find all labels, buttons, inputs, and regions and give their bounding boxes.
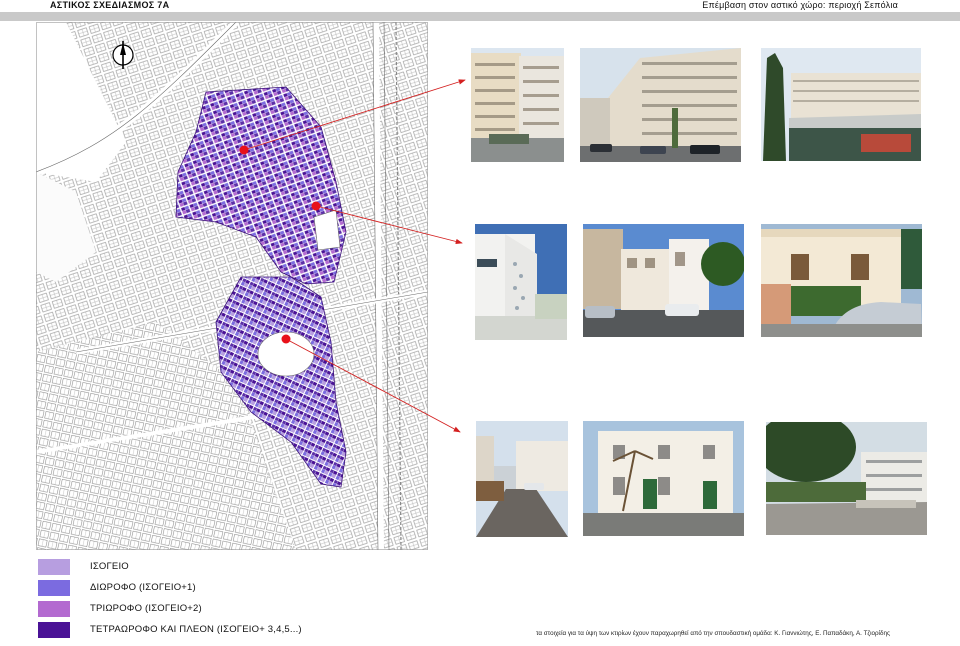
urban-plan-map bbox=[34, 19, 429, 551]
photo-row3-building-trees bbox=[583, 421, 744, 536]
park-open-space bbox=[257, 331, 315, 377]
map-drawing bbox=[34, 19, 429, 551]
legend-label: ΙΣΟΓΕΙΟ bbox=[90, 561, 129, 572]
photo-row2-modern-building bbox=[475, 224, 567, 340]
legend-swatch bbox=[38, 622, 70, 638]
photo-row1-apartments-tall bbox=[471, 48, 564, 162]
legend-label: ΔΙΩΡΟΦΟ (ΙΣΟΓΕΙΟ+1) bbox=[90, 582, 196, 593]
header-right-title: Επέμβαση στον αστικό χώρο: περιοχή Σεπόλ… bbox=[702, 0, 898, 10]
credits-note: τα στοιχεία για τα ύψη των κτιρίων έχουν… bbox=[536, 630, 890, 637]
photo-row3-narrow-street bbox=[476, 421, 568, 537]
photo-row2-houses-street bbox=[583, 224, 744, 337]
header: ΑΣΤΙΚΟΣ ΣΧΕΔΙΑΣΜΟΣ 7Α Επέμβαση στον αστι… bbox=[0, 0, 960, 12]
legend-swatch bbox=[38, 580, 70, 596]
header-divider-bar bbox=[0, 12, 960, 21]
header-left-title: ΑΣΤΙΚΟΣ ΣΧΕΔΙΑΣΜΟΣ 7Α bbox=[50, 0, 170, 10]
legend-swatch bbox=[38, 601, 70, 617]
legend-label: ΤΡΙΩΡΟΦΟ (ΙΣΟΓΕΙΟ+2) bbox=[90, 603, 202, 614]
photo-row2-neoclassical-house bbox=[761, 224, 922, 337]
photo-row3-pedestrian-square bbox=[766, 422, 927, 535]
legend-swatch bbox=[38, 559, 70, 575]
legend-label: ΤΕΤΡΑΩΡΟΦΟ ΚΑΙ ΠΛΕΟΝ (ΙΣΟΓΕΙΟ+ 3,4,5...) bbox=[90, 624, 302, 635]
photo-row1-market-hall bbox=[761, 48, 921, 161]
photo-row1-street-blocks bbox=[580, 48, 741, 162]
